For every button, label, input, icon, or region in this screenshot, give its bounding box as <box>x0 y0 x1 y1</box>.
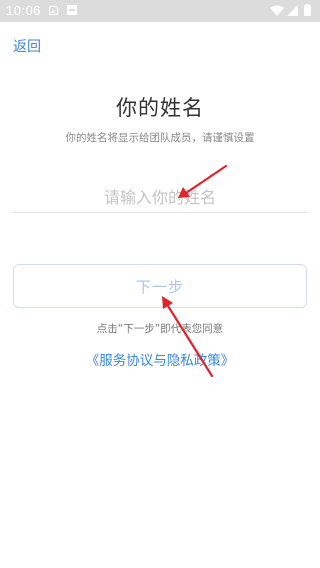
back-button[interactable]: 返回 <box>13 36 41 56</box>
image-icon <box>49 6 58 15</box>
consent-text: 点击“下一步”即代表您同意 <box>96 323 224 335</box>
status-right-icons <box>270 4 314 18</box>
notification-box-icon <box>67 5 77 15</box>
next-button[interactable]: 下一步 <box>13 264 307 308</box>
status-bar: 10:06 <box>0 0 320 22</box>
signal-icon <box>287 5 298 16</box>
battery-icon <box>304 5 311 16</box>
page-subtitle: 你的姓名将显示给团队成员，请谨慎设置 <box>65 132 255 144</box>
wifi-icon <box>270 5 284 16</box>
page-title: 你的姓名 <box>116 96 204 120</box>
name-input[interactable] <box>13 182 307 213</box>
policy-link[interactable]: 《服务协议与隐私政策》 <box>0 349 320 369</box>
status-time: 10:06 <box>6 3 42 18</box>
